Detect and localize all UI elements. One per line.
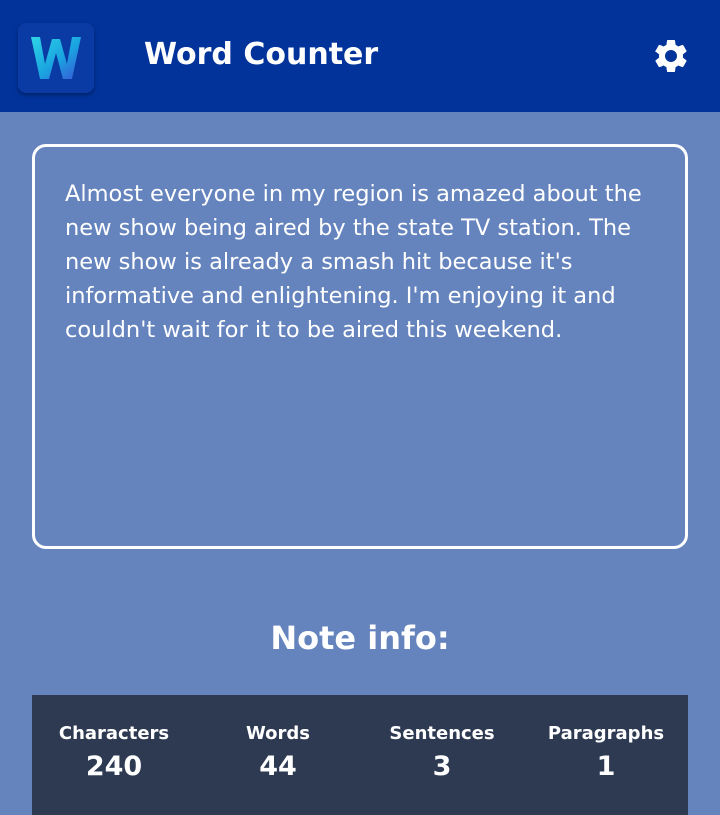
stat-value: 1 xyxy=(596,751,616,782)
stat-paragraphs: Paragraphs 1 xyxy=(524,695,688,815)
stat-characters: Characters 240 xyxy=(32,695,196,815)
w-logo-icon xyxy=(18,23,94,93)
note-info-title: Note info: xyxy=(270,619,450,657)
stat-label: Words xyxy=(245,723,311,744)
stat-label: Characters xyxy=(58,723,170,744)
stat-label: Paragraphs xyxy=(547,723,665,744)
stat-words: Words 44 xyxy=(196,695,360,815)
stat-value: 240 xyxy=(85,751,143,782)
stat-value: 3 xyxy=(432,751,452,782)
gear-icon[interactable] xyxy=(650,35,692,77)
stat-sentences: Sentences 3 xyxy=(360,695,524,815)
stat-value: 44 xyxy=(259,751,297,782)
stat-label: Sentences xyxy=(389,723,495,744)
note-stats-panel: Characters 240 Words 44 Sentences 3 Para… xyxy=(32,695,688,815)
note-text-area[interactable]: Almost everyone in my region is amazed a… xyxy=(32,144,688,549)
app-bar: Word Counter xyxy=(0,0,720,112)
app-title: Word Counter xyxy=(144,37,379,72)
